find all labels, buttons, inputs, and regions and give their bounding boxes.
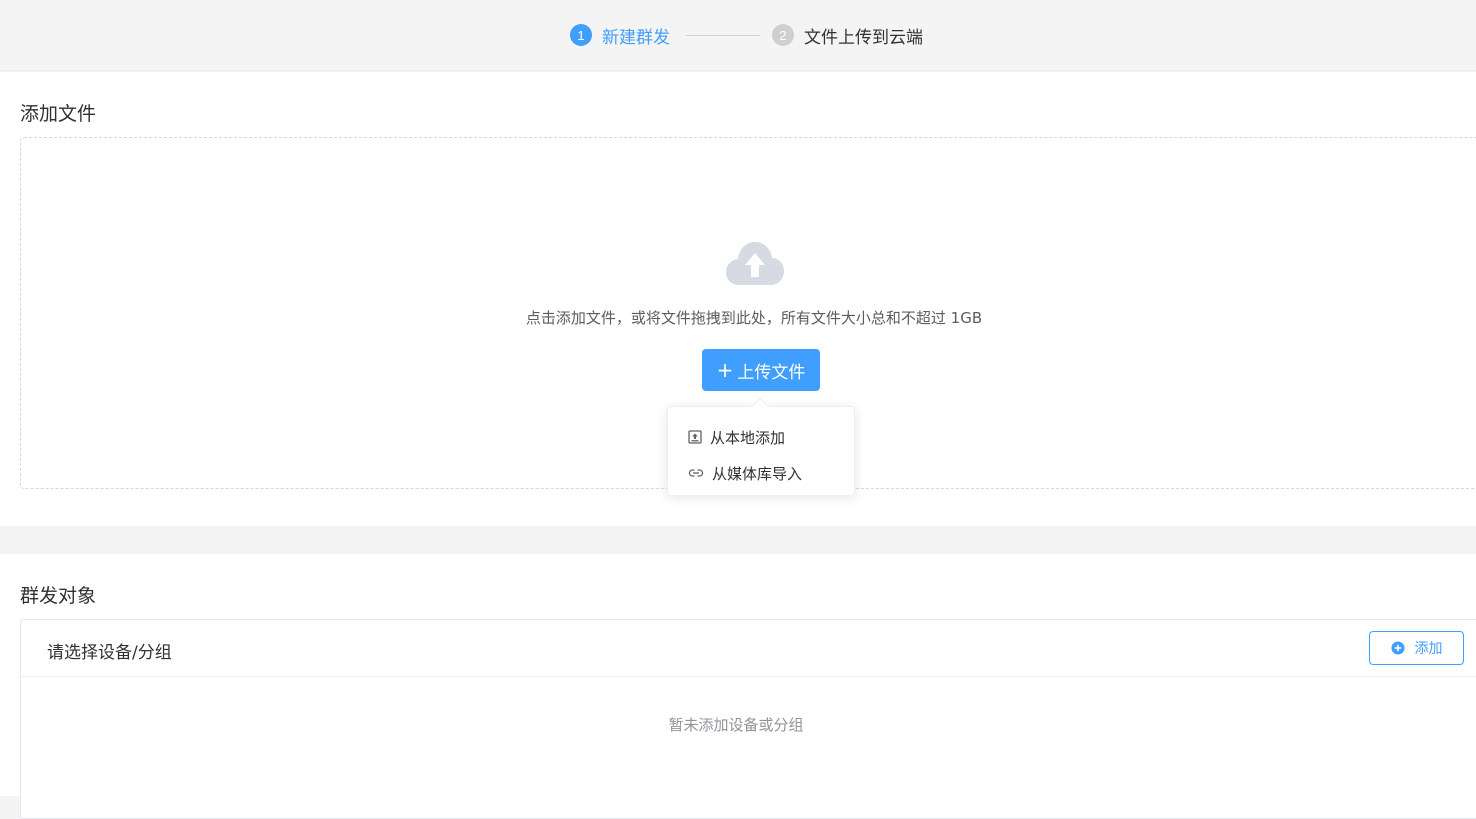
- upload-box-icon: [688, 430, 702, 444]
- upload-dropdown-menu: 从本地添加 从媒体库导入: [667, 397, 855, 496]
- menu-item-import-media[interactable]: 从媒体库导入: [668, 455, 854, 491]
- step-upload-cloud: 2 文件上传到云端: [772, 23, 923, 48]
- add-target-button[interactable]: 添加: [1369, 631, 1464, 665]
- link-icon: [688, 469, 704, 477]
- step-number-2: 2: [772, 24, 794, 46]
- step-label-1: 新建群发: [602, 27, 670, 48]
- plus-icon: +: [716, 358, 734, 382]
- dropzone-hint: 点击添加文件，或将文件拖拽到此处，所有文件大小总和不超过 1GB: [525, 309, 983, 327]
- plus-circle-icon: [1391, 641, 1404, 655]
- broadcast-targets-section: 群发对象 请选择设备/分组 添加 暂未添加设备或分组: [0, 554, 1476, 819]
- select-device-group-label: 请选择设备/分组: [47, 643, 172, 663]
- step-new-broadcast: 1 新建群发: [570, 23, 670, 48]
- target-panel: 请选择设备/分组 添加 暂未添加设备或分组: [20, 619, 1476, 819]
- target-panel-header: 请选择设备/分组 添加: [21, 620, 1476, 677]
- step-number-1: 1: [570, 24, 592, 46]
- menu-item-add-local-label: 从本地添加: [710, 428, 786, 447]
- menu-item-add-local[interactable]: 从本地添加: [668, 419, 854, 455]
- cloud-upload-icon: [726, 242, 784, 285]
- upload-file-label: 上传文件: [737, 362, 806, 383]
- step-connector: [686, 35, 760, 36]
- add-target-label: 添加: [1414, 641, 1443, 657]
- empty-targets-text: 暂未添加设备或分组: [668, 716, 804, 734]
- add-files-title: 添加文件: [20, 103, 97, 125]
- steps-bar: 1 新建群发 2 文件上传到云端: [0, 0, 1476, 71]
- targets-title: 群发对象: [20, 585, 97, 607]
- upload-file-button[interactable]: + 上传文件: [702, 349, 820, 391]
- step-label-2: 文件上传到云端: [804, 27, 923, 48]
- menu-item-import-media-label: 从媒体库导入: [712, 464, 803, 483]
